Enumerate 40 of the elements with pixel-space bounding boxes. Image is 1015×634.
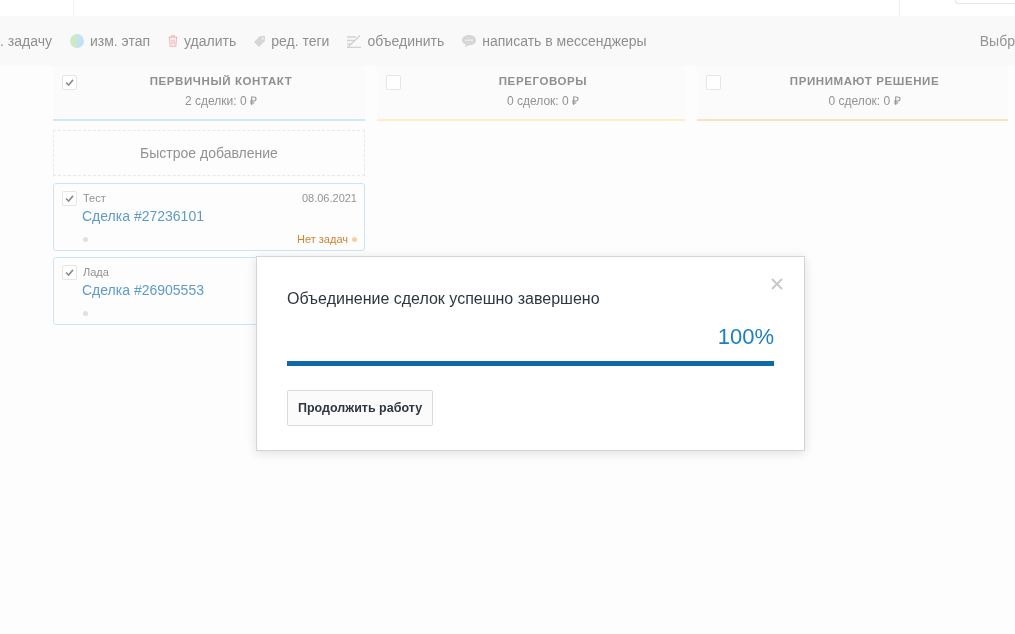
deal-link[interactable]: Сделка #26905553 xyxy=(82,282,204,298)
toolbar-action[interactable]: ред. теги xyxy=(254,33,330,49)
continue-button[interactable]: Продолжить работу xyxy=(287,390,434,426)
toolbar-action[interactable]: удалить xyxy=(168,33,237,49)
toolbar-action[interactable]: написать в мессенджеры xyxy=(462,33,647,49)
status-dot-icon xyxy=(352,236,357,242)
merge-icon xyxy=(347,34,362,48)
close-icon[interactable] xyxy=(771,278,783,290)
contact-name: Тест xyxy=(83,192,106,204)
dot-icon xyxy=(83,310,88,316)
column-summary: 2 сделки: 0 ₽ xyxy=(185,93,257,109)
column-title: ПЕРВИЧНЫЙ КОНТАКТ xyxy=(149,75,293,87)
toolbar-action[interactable]: . задачу xyxy=(0,33,52,49)
column-title: ПРИНИМАЮТ РЕШЕНИЕ xyxy=(789,75,940,87)
deal-card[interactable]: Тест 08.06.2021 Сделка #27236101 Нет задач xyxy=(53,183,365,251)
checkbox[interactable] xyxy=(706,75,721,90)
column-title: ПЕРЕГОВОРЫ xyxy=(498,75,588,87)
half-circle-icon xyxy=(69,34,84,48)
checkmark-icon xyxy=(65,268,74,276)
quick-add-button[interactable]: Быстрое добавление xyxy=(53,130,365,176)
chat-icon xyxy=(462,35,477,47)
checkbox[interactable] xyxy=(62,190,77,206)
deal-date: 08.06.2021 xyxy=(301,192,357,204)
checkmark-icon xyxy=(65,79,74,86)
checkbox[interactable] xyxy=(386,75,401,90)
progress-percent: 100% xyxy=(717,324,774,350)
checkbox[interactable] xyxy=(62,75,77,90)
deal-link[interactable]: Сделка #27236101 xyxy=(82,208,204,224)
task-status: Нет задач xyxy=(297,233,348,245)
checkbox[interactable] xyxy=(62,264,77,280)
tag-icon xyxy=(254,35,266,47)
contact-name: Лада xyxy=(83,266,109,278)
select-label: Выбр xyxy=(979,33,1015,49)
toolbar-action[interactable]: объединить xyxy=(347,33,445,49)
column-summary: 0 сделок: 0 ₽ xyxy=(828,93,901,109)
checkmark-icon xyxy=(65,194,74,202)
dot-icon xyxy=(83,236,88,242)
column-summary: 0 сделок: 0 ₽ xyxy=(507,93,579,109)
delete-icon xyxy=(168,35,179,47)
toolbar-action[interactable]: изм. этап xyxy=(69,33,151,49)
